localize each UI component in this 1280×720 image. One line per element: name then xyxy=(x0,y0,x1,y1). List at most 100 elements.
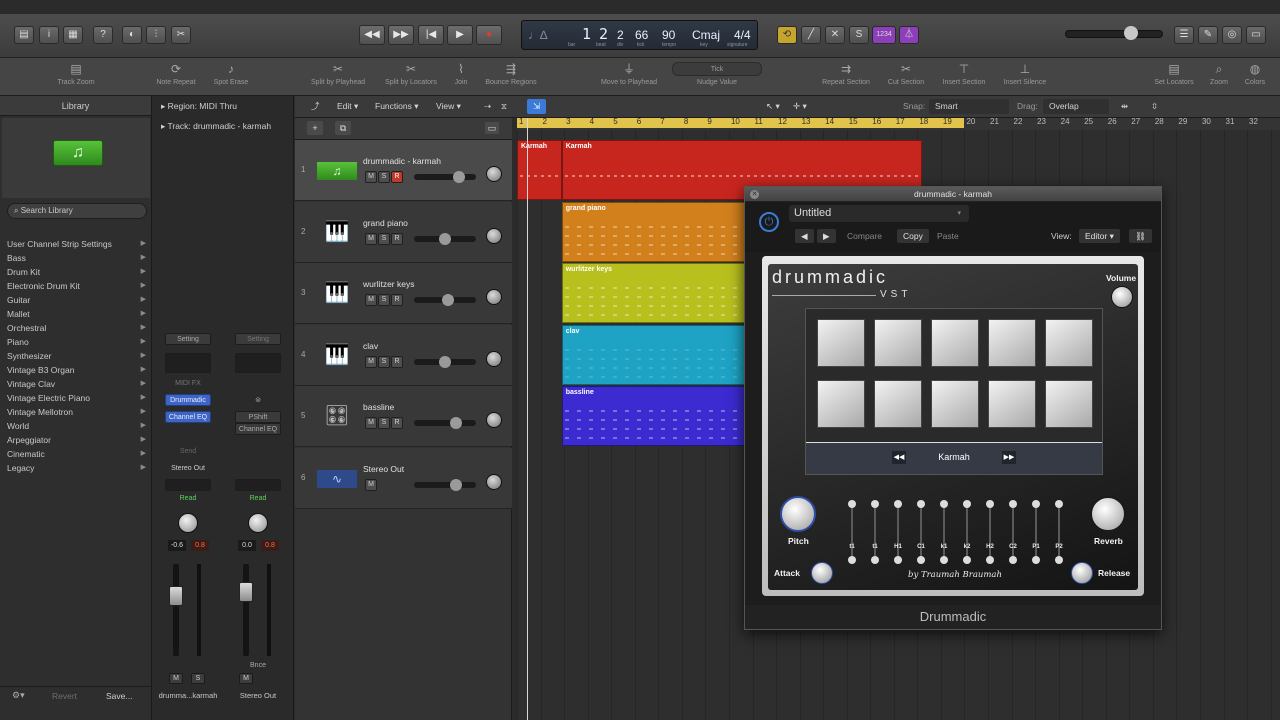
track-volume-slider[interactable] xyxy=(414,232,476,245)
send-slot[interactable]: Send xyxy=(165,446,211,458)
next-preset-icon[interactable]: ▶ xyxy=(817,229,836,243)
nudge-value-tool[interactable]: Tick Nudge Value xyxy=(670,62,764,86)
tone-slider[interactable]: C2 xyxy=(1007,500,1019,564)
drum-pad[interactable] xyxy=(1045,380,1093,428)
nudge-value-field[interactable]: Tick xyxy=(672,62,762,76)
track-name[interactable]: bassline xyxy=(363,402,394,412)
setting-button[interactable]: Setting xyxy=(235,333,281,345)
slider-handle[interactable] xyxy=(986,556,994,564)
library-item[interactable]: Vintage Mellotron ▶ xyxy=(0,405,152,419)
inspector-toggle-icon[interactable]: i xyxy=(39,26,59,44)
instrument-slot[interactable]: Drummadic xyxy=(165,394,211,406)
track-pan-knob[interactable] xyxy=(486,412,502,428)
tone-slider[interactable]: k2 xyxy=(961,500,973,564)
colors-tool[interactable]: ◍ Colors xyxy=(1238,62,1272,86)
slider-handle[interactable] xyxy=(963,500,971,508)
mute-button[interactable]: M xyxy=(365,417,377,429)
plugin-title-bar[interactable]: ✕ drummadic - karmah xyxy=(745,187,1161,202)
split-by-playhead-tool[interactable]: ✂ Split by Playhead xyxy=(305,62,371,86)
drum-pad[interactable] xyxy=(988,319,1036,367)
mute-button[interactable]: M xyxy=(169,673,183,684)
mixer-icon[interactable]: ⫶ xyxy=(146,26,166,44)
tone-slider[interactable]: H2 xyxy=(984,500,996,564)
library-item[interactable]: World ▶ xyxy=(0,419,152,433)
pencil-tool-icon[interactable]: ✛ ▾ xyxy=(787,99,813,114)
global-tracks-icon[interactable]: ▭ xyxy=(485,122,499,134)
split-by-locators-tool[interactable]: ✂ Split by Locators xyxy=(378,62,444,86)
paste-button[interactable]: Paste xyxy=(931,229,965,243)
master-volume-slider[interactable] xyxy=(1065,26,1163,40)
edit-menu[interactable]: Edit ▾ xyxy=(331,99,364,114)
drum-pad[interactable] xyxy=(874,380,922,428)
track-header[interactable]: 4 🎹 clav M S R xyxy=(295,324,512,386)
library-item[interactable]: Orchestral ▶ xyxy=(0,321,152,335)
previous-preset-icon[interactable]: ◀ xyxy=(795,229,814,243)
track-name[interactable]: clav xyxy=(363,341,378,351)
slider-handle[interactable] xyxy=(963,556,971,564)
plugin-slot-2[interactable]: Channel EQ xyxy=(235,423,281,435)
track-pan-knob[interactable] xyxy=(486,289,502,305)
smart-controls-icon[interactable]: ◐ xyxy=(122,26,142,44)
autopunch-icon[interactable]: ✕ xyxy=(825,26,845,44)
view-menu[interactable]: View ▾ xyxy=(430,99,467,114)
track-header[interactable]: 2 🎹 grand piano M S R xyxy=(295,201,512,263)
slider-handle[interactable] xyxy=(1055,500,1063,508)
keyboard-icon[interactable]: 🎹 xyxy=(317,333,357,377)
record-enable-button[interactable]: R xyxy=(391,171,403,183)
bar-ruler[interactable]: 1 2 3 4 5 6 7 8 9 10 11 12 13 14 15 16 17 18 19 20 21 22 23 24 2… xyxy=(517,117,1280,130)
solo-button[interactable]: S xyxy=(378,232,390,245)
solo-button[interactable]: S xyxy=(378,355,390,368)
eq-display[interactable] xyxy=(165,353,211,373)
metronome-icon[interactable]: ⏃ xyxy=(899,26,919,44)
preset-menu[interactable]: Untitled ▾ xyxy=(789,205,969,222)
slider-handle[interactable] xyxy=(871,556,879,564)
go-to-start-icon[interactable]: |◀ xyxy=(418,25,444,45)
slider-handle[interactable] xyxy=(848,500,856,508)
drum-pad[interactable] xyxy=(988,380,1036,428)
mute-button[interactable]: M xyxy=(365,355,377,368)
library-item[interactable]: Piano ▶ xyxy=(0,335,152,349)
note-repeat-tool[interactable]: ⟳ Note Repeat xyxy=(150,62,202,86)
mute-button[interactable]: M xyxy=(365,232,377,245)
midi-fx-slot[interactable]: MIDI FX xyxy=(165,378,211,390)
library-item[interactable]: Drum Kit ▶ xyxy=(0,265,152,279)
library-item[interactable]: Synthesizer ▶ xyxy=(0,349,152,363)
functions-menu[interactable]: Functions ▾ xyxy=(369,99,425,114)
pan-knob[interactable] xyxy=(248,513,268,533)
slider-handle[interactable] xyxy=(986,500,994,508)
keyboard-icon[interactable]: 🎛 xyxy=(317,394,357,438)
slider-handle[interactable] xyxy=(871,500,879,508)
volume-knob[interactable] xyxy=(1111,286,1133,308)
quick-help-icon[interactable]: ? xyxy=(93,26,113,44)
track-name[interactable]: Stereo Out xyxy=(363,464,404,474)
revert-button[interactable]: Revert xyxy=(52,691,77,701)
waveform-zoom-icon[interactable]: ⇹ xyxy=(1115,99,1134,114)
rewind-icon[interactable]: ◀◀ xyxy=(359,25,385,45)
volume-fader-track[interactable] xyxy=(173,564,179,656)
eq-display[interactable] xyxy=(235,353,281,373)
slider-handle[interactable] xyxy=(917,500,925,508)
tone-slider[interactable]: k1 xyxy=(938,500,950,564)
volume-fader-track[interactable] xyxy=(243,564,249,656)
drum-pad[interactable] xyxy=(1045,319,1093,367)
track-volume-knob[interactable] xyxy=(442,294,454,306)
library-item[interactable]: Vintage Clav ▶ xyxy=(0,377,152,391)
track-pan-knob[interactable] xyxy=(486,227,502,244)
attack-knob[interactable] xyxy=(811,562,833,584)
drag-select[interactable]: Overlap xyxy=(1043,99,1109,114)
editors-icon[interactable]: ✂ xyxy=(171,26,191,44)
volume-fader-cap[interactable] xyxy=(169,586,183,606)
library-item[interactable]: Bass ▶ xyxy=(0,251,152,265)
toolbar-toggle-icon[interactable]: ▦ xyxy=(63,26,83,44)
spot-erase-tool[interactable]: ♪ Spot Erase xyxy=(205,62,257,86)
slider-handle[interactable] xyxy=(848,556,856,564)
play-icon[interactable]: ▶ xyxy=(447,25,473,45)
solo-button[interactable]: S xyxy=(378,294,390,306)
slider-handle[interactable] xyxy=(940,500,948,508)
library-item[interactable]: Mallet ▶ xyxy=(0,307,152,321)
channel-eq-slot[interactable]: Channel EQ xyxy=(165,411,211,423)
fast-forward-icon[interactable]: ▶▶ xyxy=(388,25,414,45)
drum-pad[interactable] xyxy=(817,319,865,367)
back-arrow-icon[interactable]: ⤴ xyxy=(305,99,326,114)
track-volume-knob[interactable] xyxy=(439,355,452,368)
